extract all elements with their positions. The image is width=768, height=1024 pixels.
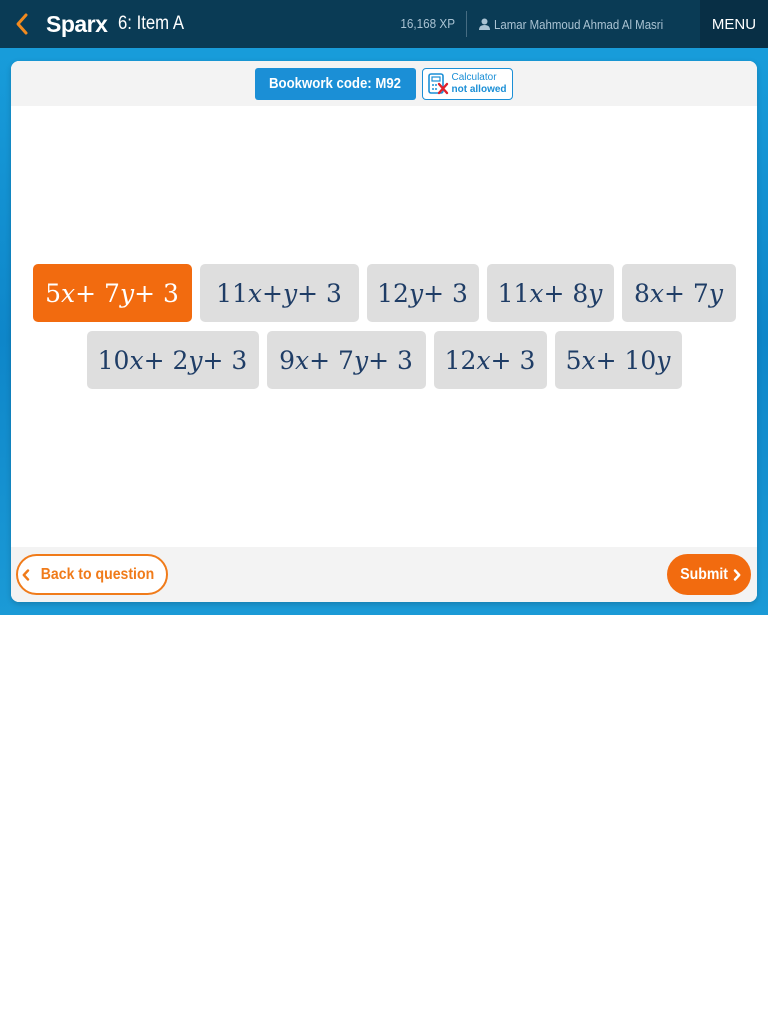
- menu-button[interactable]: MENU: [700, 0, 768, 48]
- bookwork-code-text: Bookwork code: M92: [269, 74, 402, 92]
- calculator-text: Calculator not allowed: [452, 72, 507, 96]
- user-icon: [478, 18, 490, 30]
- question-card: Bookwork code: M92 Calculator not allowe…: [11, 61, 757, 602]
- option-5x-7y-3[interactable]: 5x + 7y + 3: [32, 264, 192, 322]
- sparx-logo: Sparx: [46, 10, 108, 37]
- options-row-2: 10 x + 2y + 3 9x + 7y + 3 12 x + 3 5x + 10…: [86, 331, 682, 389]
- app-background: Sparx 6: Item A 16,168 XP Lamar Mahmoud …: [0, 0, 768, 615]
- card-footer: Back to question Submit: [11, 547, 757, 602]
- card-header: Bookwork code: M92 Calculator not allowe…: [11, 61, 757, 106]
- top-bar: Sparx 6: Item A 16,168 XP Lamar Mahmoud …: [0, 0, 768, 48]
- answer-options: 5x + 7y + 3 11 x + y + 3 12 y + 3 11 x + 8y…: [11, 264, 757, 389]
- option-12y-3[interactable]: 12 y + 3: [366, 264, 479, 322]
- option-11x-8y[interactable]: 11 x + 8y: [486, 264, 614, 322]
- back-to-question-label: Back to question: [40, 565, 155, 583]
- option-9x-7y-3[interactable]: 9x + 7y + 3: [266, 331, 426, 389]
- option-8x-7y[interactable]: 8x + 7y: [621, 264, 736, 322]
- calculator-line2: not allowed: [451, 83, 507, 95]
- chevron-right-icon: [733, 568, 741, 581]
- back-to-question-button[interactable]: Back to question: [16, 554, 168, 595]
- back-chevron-icon[interactable]: [4, 0, 40, 48]
- calculator-line1: Calculator: [451, 71, 497, 83]
- option-5x-10y[interactable]: 5x + 10 y: [554, 331, 682, 389]
- user-info: Lamar Mahmoud Ahmad Al Masri: [467, 17, 700, 32]
- calculator-not-allowed-badge: Calculator not allowed: [421, 67, 513, 100]
- user-name: Lamar Mahmoud Ahmad Al Masri: [493, 16, 663, 32]
- option-11x-y-3[interactable]: 11 x + y + 3: [199, 264, 359, 322]
- xp-counter: 16,168 XP: [400, 11, 467, 37]
- calculator-crossed-icon: [427, 72, 448, 94]
- submit-label: Submit: [680, 565, 728, 583]
- options-row-1: 5x + 7y + 3 11 x + y + 3 12 y + 3 11 x + 8y…: [32, 264, 736, 322]
- option-12x-3[interactable]: 12 x + 3: [433, 331, 547, 389]
- option-10x-2y-3[interactable]: 10 x + 2y + 3: [86, 331, 259, 389]
- chevron-left-icon: [22, 568, 30, 581]
- bookwork-code-badge: Bookwork code: M92: [255, 67, 416, 100]
- item-title: 6: Item A: [118, 13, 185, 34]
- submit-button[interactable]: Submit: [667, 554, 751, 595]
